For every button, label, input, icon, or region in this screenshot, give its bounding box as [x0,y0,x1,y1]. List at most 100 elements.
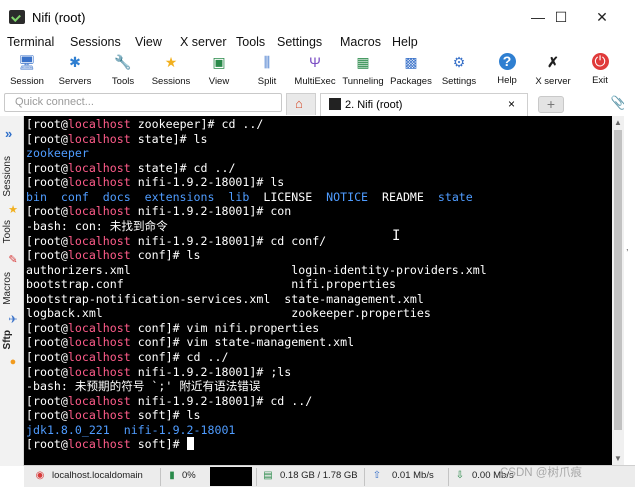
status-separator [364,468,365,486]
terminal-text: logback.xml zookeeper.properties [26,306,431,321]
terminal-line: -bash: con: 未找到命令 [26,219,612,234]
terminal-text: [root@ [26,408,68,423]
status-host: localhost.localdomain [52,470,143,481]
prompt-host: localhost [67,393,131,408]
terminal-text: [root@ [26,117,68,131]
scroll-up-icon[interactable]: ▲ [614,118,622,127]
prompt-host: localhost [67,117,131,131]
close-tab-icon[interactable]: × [508,97,515,111]
exit-button[interactable]: ⏻ Exit [572,52,628,90]
prompt-host: localhost [67,175,131,190]
text-cursor-ibeam: I [392,228,401,244]
exit-icon: ⏻ [591,53,609,70]
directory-entry: NOTICE [326,189,369,204]
status-separator [160,468,161,486]
prompt-host: localhost [67,335,131,350]
terminal-text: nifi-1.9.2-18001]# ;ls [130,364,292,379]
terminal-text: [root@ [26,320,68,335]
expand-sidebar-icon[interactable]: » [5,126,12,141]
menu-tools[interactable]: Tools [236,34,265,50]
prompt-host: localhost [67,233,131,248]
settings-icon: ⚙ [452,54,466,70]
terminal-line: [root@localhost conf]# vim nifi.properti… [26,321,612,336]
cpu-graph [210,467,252,486]
terminal-line: [root@localhost nifi-1.9.2-18001]# cd co… [26,234,612,249]
sessions-star-icon: ★ [164,54,178,70]
scrollbar-thumb[interactable] [614,130,622,430]
cpu-icon: ▮ [169,470,175,481]
help-icon: ? [498,53,516,70]
terminal-text: [root@ [26,131,68,146]
menu-help[interactable]: Help [392,34,418,50]
scroll-down-icon[interactable]: ▼ [614,454,622,463]
macros-icon: ✈ [8,314,18,326]
directory-entry: bin conf docs extensions lib [26,189,250,204]
toolbar: 🖥 Session ✱ Servers 🔧 Tools ★ Sessions ▣… [0,52,635,90]
terminal-line: logback.xml zookeeper.properties [26,306,612,321]
quick-connect-input[interactable]: Quick connect... [4,93,282,112]
terminal-scrollbar[interactable]: ▲ ▼ [612,116,624,465]
terminal-output[interactable]: [root@localhost zookeeper]# cd ../[root@… [24,116,612,465]
prompt-host: localhost [67,248,131,263]
menu-view[interactable]: View [135,34,162,50]
terminal-text: [root@ [26,335,68,350]
exit-label: Exit [592,75,608,86]
xserver-icon: ✗ [547,54,559,70]
menu-macros[interactable]: Macros [340,34,381,50]
status-cpu: 0% [182,470,196,481]
watermark: CSDN @树爪痕 [500,467,582,479]
multiexec-icon: Ψ [309,54,321,70]
tab-nifi-root[interactable]: 2. Nifi (root) × [320,93,528,116]
directory-entry: state [437,189,473,204]
status-memory: 0.18 GB / 1.78 GB [280,470,358,481]
split-icon: ⫼ [263,54,271,70]
close-window-button[interactable]: ✕ [580,3,624,31]
tab-nifi-root-label: 2. Nifi (root) [345,99,403,111]
terminal-text: nifi-1.9.2-18001]# ls [130,175,285,190]
sidebar-item-sessions[interactable]: Sessions [2,156,13,197]
terminal-text: -bash: 未预期的符号 `;' 附近有语法错误 [26,379,261,394]
terminal-line: zookeeper [26,146,612,161]
host-status-icon: ◉ [35,470,45,481]
terminal-text: state]# cd ../ [130,160,236,175]
directory-entry: jdk1.8.0_221 nifi-1.9.2-18001 [26,422,236,437]
terminal-text: conf]# vim nifi.properties [130,320,320,335]
left-sidebar: » Sessions ★ Tools ✎ Macros ✈ Sftp ● [0,116,24,466]
home-tab[interactable]: ⌂ [286,93,316,115]
terminal-line: bin conf docs extensions lib LICENSE NOT… [26,190,612,205]
terminal-line: [root@localhost conf]# ls [26,248,612,263]
terminal-text: [root@ [26,175,68,190]
servers-icon: ✱ [69,54,81,70]
terminal-cursor [186,437,194,451]
terminal-text: soft]# [130,437,187,452]
memory-icon: ▤ [263,470,273,481]
menu-x-server[interactable]: X server [180,34,227,50]
terminal-text: [root@ [26,364,68,379]
terminal-line: [root@localhost soft]# ls [26,408,612,423]
prompt-host: localhost [67,364,131,379]
right-edge-glyph: , [626,242,629,252]
new-tab-button[interactable]: + [538,96,564,113]
menu-settings[interactable]: Settings [277,34,322,50]
terminal-line: bootstrap-notification-services.xml stat… [26,292,612,307]
terminal-text: -bash: con: 未找到命令 [26,218,168,233]
session-icon: 🖥 [18,54,36,70]
title-bar: Nifi (root) — ☐ ✕ [0,0,635,34]
terminal-text: LICENSE [249,189,327,204]
sidebar-item-sftp[interactable]: Sftp [2,330,13,349]
menu-sessions[interactable]: Sessions [70,34,121,50]
terminal-text: [root@ [26,160,68,175]
sidebar-item-macros[interactable]: Macros [2,272,13,305]
menu-terminal[interactable]: Terminal [7,34,54,50]
status-separator [448,468,449,486]
prompt-host: localhost [67,408,131,423]
right-edge-strip: , [624,90,635,465]
terminal-text: soft]# ls [130,408,201,423]
prompt-host: localhost [67,204,131,219]
terminal-text: [root@ [26,393,68,408]
sidebar-item-tools[interactable]: Tools [2,220,13,243]
terminal-tab-icon [329,98,341,110]
maximize-button[interactable]: ☐ [539,3,583,31]
terminal-line: -bash: 未预期的符号 `;' 附近有语法错误 [26,379,612,394]
prompt-host: localhost [67,437,131,452]
